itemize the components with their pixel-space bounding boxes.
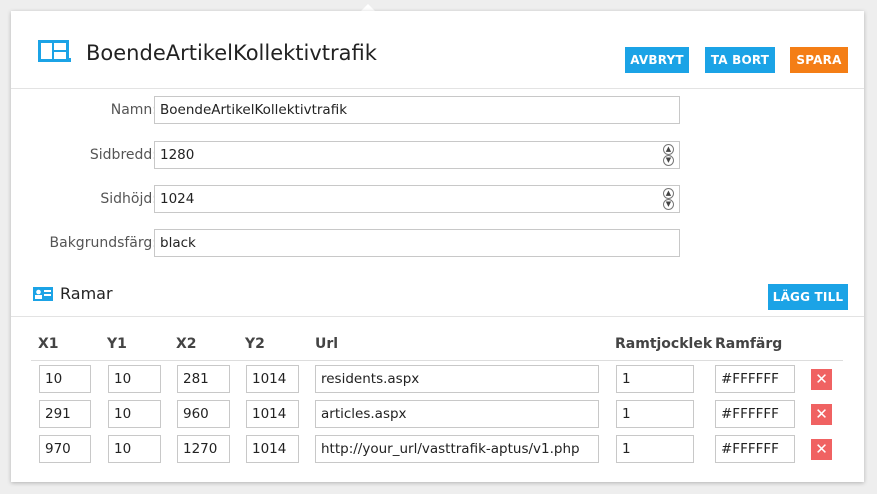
page-height-value: 1024 xyxy=(160,191,195,207)
column-header-y2: Y2 xyxy=(245,336,265,352)
row-3-url-field[interactable]: http://your_url/vasttrafik-aptus/v1.php xyxy=(315,435,599,463)
row-2-x1-field[interactable]: 291 xyxy=(39,400,91,428)
frames-title: Ramar xyxy=(60,284,113,303)
row-2-y1-field[interactable]: 10 xyxy=(108,400,161,428)
row-3-x1-field[interactable]: 970 xyxy=(39,435,91,463)
background-color-label: Bakgrundsfärg: xyxy=(49,235,157,251)
row-3-color-field[interactable]: #FFFFFF xyxy=(715,435,795,463)
spinner-up-icon[interactable]: ▲ xyxy=(663,188,674,199)
spinner-up-icon[interactable]: ▲ xyxy=(663,144,674,155)
id-card-icon xyxy=(33,287,53,301)
row-1-delete-icon[interactable]: ✕ xyxy=(811,369,832,390)
row-2-url-field[interactable]: articles.aspx xyxy=(315,400,599,428)
row-1-x2-field[interactable]: 281 xyxy=(177,365,230,393)
row-1-y2-field[interactable]: 1014 xyxy=(246,365,299,393)
page-width-field[interactable]: 1280 ▲ ▼ xyxy=(154,141,680,169)
row-2-x2-field[interactable]: 960 xyxy=(177,400,230,428)
table-header-divider xyxy=(31,360,843,361)
row-3-thickness-field[interactable]: 1 xyxy=(616,435,694,463)
column-header-color: Ramfärg xyxy=(715,336,783,352)
page-height-field[interactable]: 1024 ▲ ▼ xyxy=(154,185,680,213)
row-2-color-field[interactable]: #FFFFFF xyxy=(715,400,795,428)
page-width-label: Sidbredd: xyxy=(89,147,157,163)
row-1-url-field[interactable]: residents.aspx xyxy=(315,365,599,393)
panel-header: BoendeArtikelKollektivtrafik AVBRYT TA B… xyxy=(11,11,864,89)
background-color-field[interactable]: black xyxy=(154,229,680,257)
row-2-thickness-field[interactable]: 1 xyxy=(616,400,694,428)
layout-icon xyxy=(38,40,71,62)
column-header-x1: X1 xyxy=(38,336,59,352)
row-3-y2-field[interactable]: 1014 xyxy=(246,435,299,463)
spinner-down-icon[interactable]: ▼ xyxy=(663,199,674,210)
column-header-y1: Y1 xyxy=(107,336,127,352)
row-2-y2-field[interactable]: 1014 xyxy=(246,400,299,428)
frames-section-header: Ramar LÄGG TILL xyxy=(11,279,864,317)
delete-button[interactable]: TA BORT xyxy=(705,47,775,73)
page-height-stepper[interactable]: ▲ ▼ xyxy=(663,188,674,210)
cancel-button[interactable]: AVBRYT xyxy=(625,47,689,73)
name-field[interactable]: BoendeArtikelKollektivtrafik xyxy=(154,96,680,124)
row-1-y1-field[interactable]: 10 xyxy=(108,365,161,393)
row-3-delete-icon[interactable]: ✕ xyxy=(811,439,832,460)
row-1-thickness-field[interactable]: 1 xyxy=(616,365,694,393)
page-width-stepper[interactable]: ▲ ▼ xyxy=(663,144,674,166)
name-label: Namn: xyxy=(110,102,157,118)
spinner-down-icon[interactable]: ▼ xyxy=(663,155,674,166)
page-title: BoendeArtikelKollektivtrafik xyxy=(86,41,377,65)
column-header-x2: X2 xyxy=(176,336,197,352)
row-3-x2-field[interactable]: 1270 xyxy=(177,435,230,463)
row-3-y1-field[interactable]: 10 xyxy=(108,435,161,463)
page-height-label: Sidhöjd: xyxy=(100,191,157,207)
row-2-delete-icon[interactable]: ✕ xyxy=(811,404,832,425)
column-header-url: Url xyxy=(315,336,339,352)
page-width-value: 1280 xyxy=(160,147,195,163)
column-header-thickness: Ramtjocklek xyxy=(615,336,713,352)
add-frame-button[interactable]: LÄGG TILL xyxy=(768,284,848,310)
row-1-x1-field[interactable]: 10 xyxy=(39,365,91,393)
save-button[interactable]: SPARA xyxy=(790,47,848,73)
editor-panel: BoendeArtikelKollektivtrafik AVBRYT TA B… xyxy=(11,11,864,482)
row-1-color-field[interactable]: #FFFFFF xyxy=(715,365,795,393)
